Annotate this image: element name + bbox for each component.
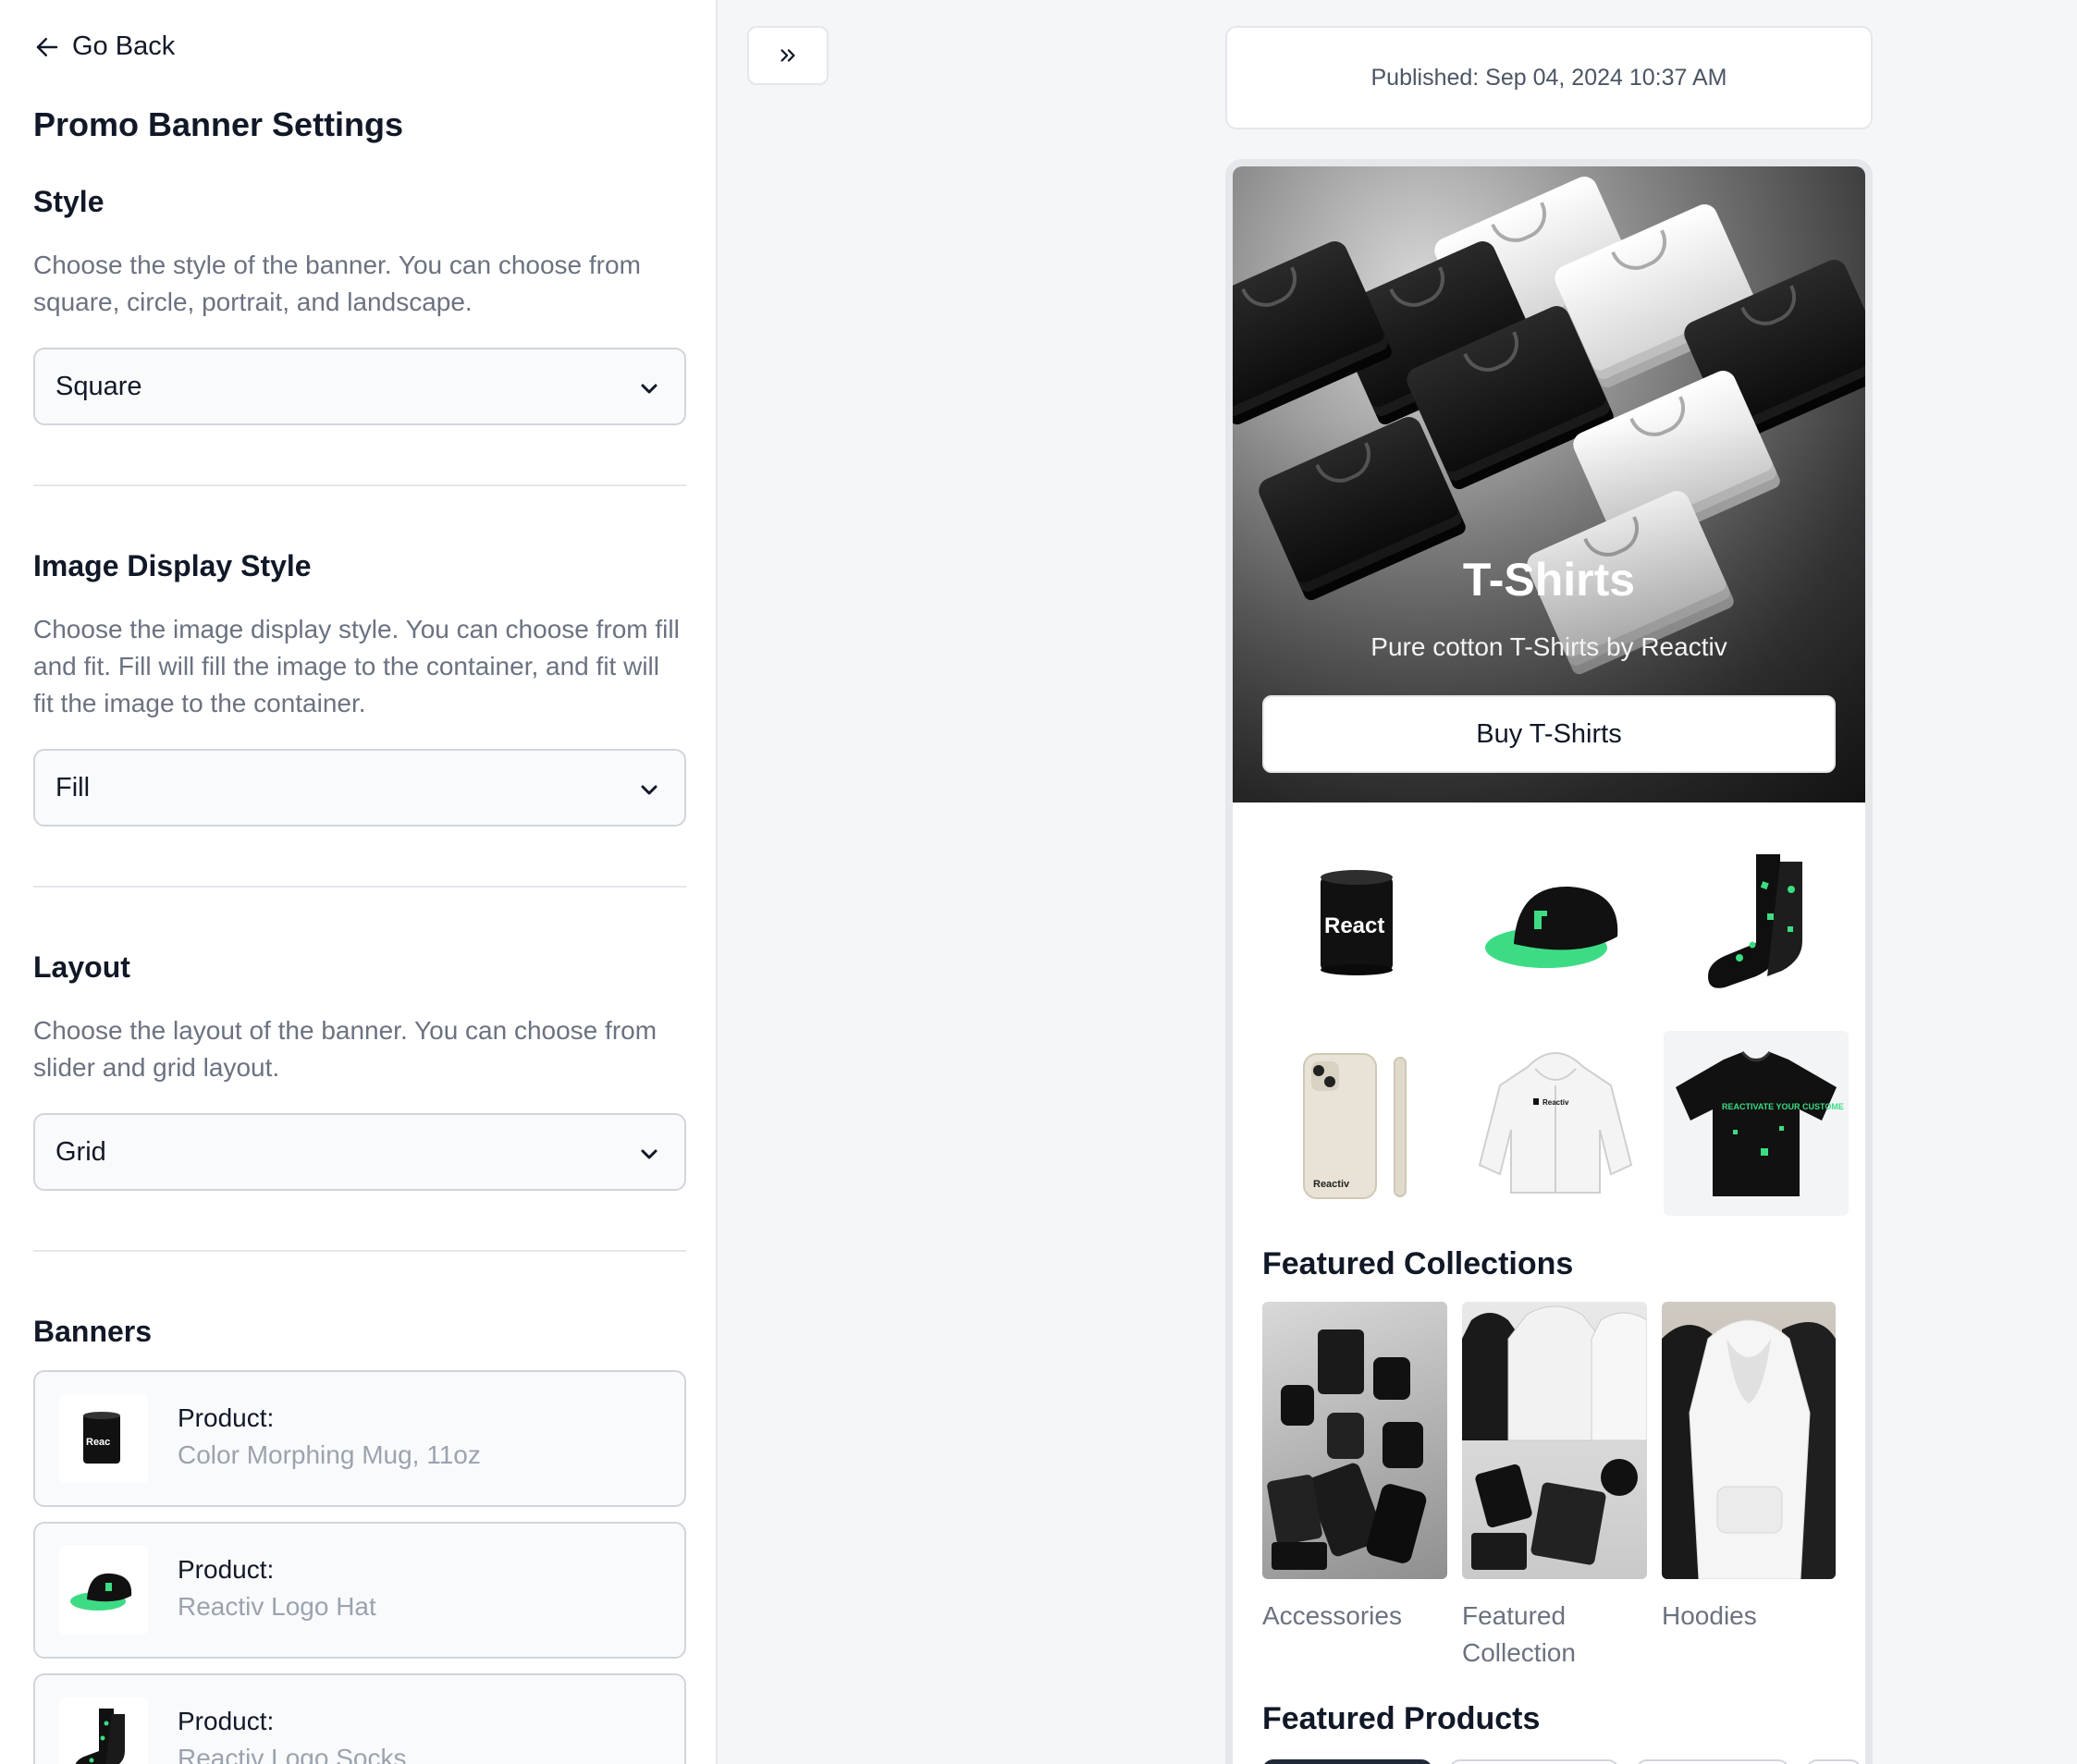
banner-product-name: Color Morphing Mug, 11oz <box>178 1440 481 1469</box>
layout-title: Layout <box>33 950 130 984</box>
image-display-select[interactable]: Fill <box>33 749 686 827</box>
chevrons-right-icon <box>780 49 795 62</box>
grid-product-phone-case[interactable]: Reactiv <box>1262 1031 1447 1216</box>
featured-products-title: Featured Products <box>1262 1701 1541 1736</box>
collection-image <box>1662 1302 1836 1579</box>
arrow-left-icon <box>36 37 58 56</box>
style-select[interactable]: Square <box>33 348 686 425</box>
expand-panel-button[interactable] <box>747 26 829 85</box>
layout-select-value: Grid <box>55 1136 106 1167</box>
svg-text:Reac: Reac <box>86 1437 110 1448</box>
grid-product-mug[interactable]: React <box>1262 830 1447 1015</box>
go-back-button[interactable]: Go Back <box>33 31 175 62</box>
tshirt-icon: REACTIVATE YOUR CUSTOMERS <box>1676 1051 1844 1196</box>
banner-item[interactable]: Product: Reactiv Logo Hat <box>33 1522 686 1659</box>
socks-icon <box>59 1697 148 1764</box>
published-status: Published: Sep 04, 2024 10:37 AM <box>1225 26 1873 129</box>
collection-image <box>1262 1302 1447 1579</box>
chevron-down-icon <box>641 785 658 795</box>
style-title: Style <box>33 185 104 218</box>
settings-panel: Go Back Promo Banner Settings Style Choo… <box>0 0 718 1764</box>
image-display-title: Image Display Style <box>33 549 312 582</box>
phone-case-icon: Reactiv <box>1303 1053 1407 1199</box>
featured-product-card[interactable] <box>1636 1759 1789 1764</box>
grid-product-tshirt[interactable]: REACTIVATE YOUR CUSTOMERS <box>1664 1031 1849 1216</box>
mug-icon: Reac <box>59 1394 148 1483</box>
featured-product-card[interactable] <box>1806 1759 1862 1764</box>
divider <box>33 1250 686 1252</box>
banner-item[interactable]: Reac Product: Color Morphing Mug, 11oz <box>33 1370 686 1507</box>
hoodie-icon: Reactiv <box>1478 1052 1633 1194</box>
hat-icon <box>1485 886 1618 968</box>
style-description: Choose the style of the banner. You can … <box>33 251 641 316</box>
layout-description: Choose the layout of the banner. You can… <box>33 1016 658 1082</box>
hat-icon <box>59 1546 148 1635</box>
divider <box>33 886 686 888</box>
grid-product-hat[interactable] <box>1463 830 1648 1015</box>
banner-label: Product: <box>178 1403 275 1432</box>
mug-icon: React <box>1321 870 1393 975</box>
layout-select[interactable]: Grid <box>33 1113 686 1191</box>
image-display-select-value: Fill <box>55 772 91 802</box>
featured-product-card[interactable] <box>1262 1759 1432 1764</box>
banner-product-name: Reactiv Logo Socks <box>178 1744 407 1764</box>
divider <box>33 484 686 486</box>
image-display-description: Choose the image display style. You can … <box>33 615 680 717</box>
banner-product-name: Reactiv Logo Hat <box>178 1592 376 1621</box>
socks-icon <box>1708 854 1802 988</box>
collection-name: Hoodies <box>1662 1601 1757 1630</box>
grid-product-socks[interactable] <box>1664 830 1849 1015</box>
banners-title: Banners <box>33 1315 153 1348</box>
chevron-down-icon <box>641 384 658 394</box>
collection-name: Accessories <box>1262 1601 1402 1630</box>
collection-name: Featured Collection <box>1462 1601 1576 1667</box>
hero-title: T-Shirts <box>1462 554 1636 606</box>
mug-print-text: React <box>1324 913 1384 938</box>
style-select-value: Square <box>55 371 142 401</box>
collection-card-featured[interactable]: Featured Collection <box>1462 1302 1647 1672</box>
buy-tshirts-button[interactable]: Buy T-Shirts <box>1262 695 1836 773</box>
hero-subtitle: Pure cotton T-Shirts by Reactiv <box>1370 632 1727 661</box>
banner-label: Product: <box>178 1555 275 1584</box>
case-print-text: Reactiv <box>1313 1179 1350 1190</box>
collection-card-hoodies[interactable]: Hoodies <box>1662 1302 1836 1635</box>
panel-title: Promo Banner Settings <box>33 105 404 143</box>
tshirt-print-text: REACTIVATE YOUR CUSTOMERS <box>1722 1102 1844 1111</box>
featured-collections-title: Featured Collections <box>1262 1246 1574 1281</box>
go-back-label: Go Back <box>72 31 176 61</box>
mobile-preview: T-Shirts Pure cotton T-Shirts by Reactiv… <box>1225 159 1873 1764</box>
chevron-down-icon <box>641 1149 658 1159</box>
image-display-section: Image Display Style Choose the image dis… <box>33 549 686 827</box>
layout-section: Layout Choose the layout of the banner. … <box>33 950 686 1191</box>
style-section: Style Choose the style of the banner. Yo… <box>33 185 686 425</box>
collection-image <box>1462 1302 1647 1579</box>
banner-label: Product: <box>178 1707 275 1735</box>
collection-card-accessories[interactable]: Accessories <box>1262 1302 1447 1635</box>
featured-product-card[interactable] <box>1449 1759 1619 1764</box>
hoodie-print-text: Reactiv <box>1542 1098 1569 1107</box>
promo-hero-banner[interactable]: T-Shirts Pure cotton T-Shirts by Reactiv… <box>1233 166 1865 802</box>
banner-item[interactable]: Product: Reactiv Logo Socks <box>33 1673 686 1764</box>
grid-product-hoodie[interactable]: Reactiv <box>1463 1031 1648 1216</box>
app-root: Go Back Promo Banner Settings Style Choo… <box>0 0 2077 1764</box>
